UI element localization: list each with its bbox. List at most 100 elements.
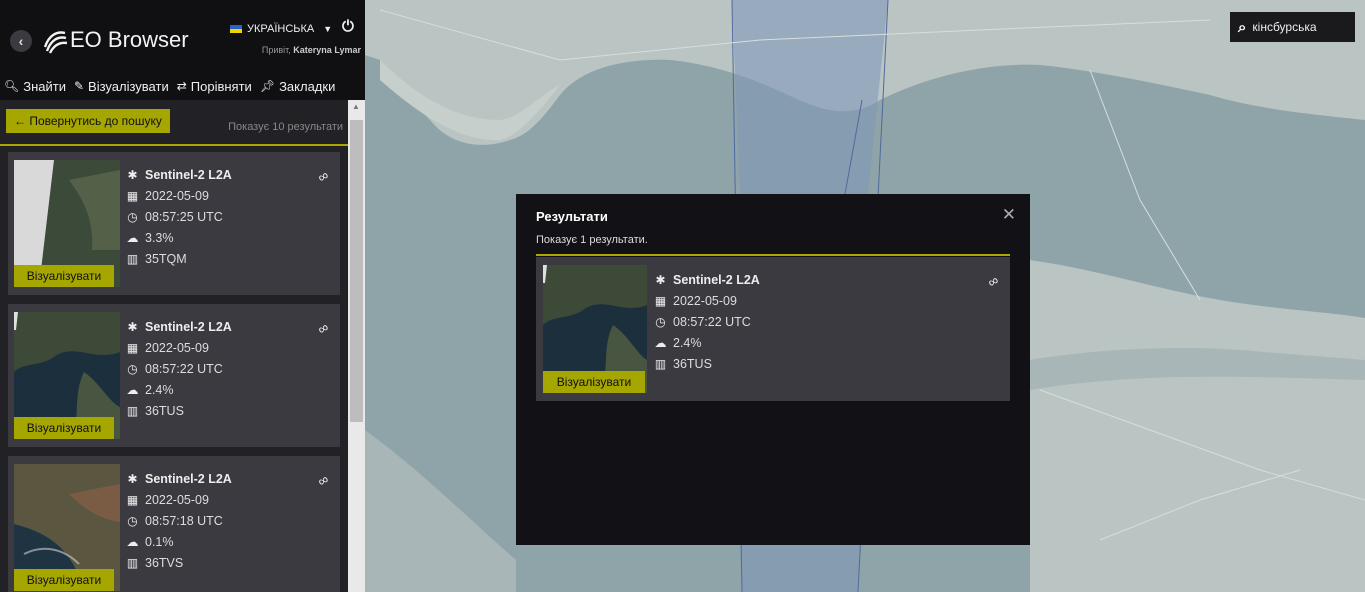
link-icon[interactable]: ∞ (315, 167, 332, 186)
visualize-button[interactable]: Візуалізувати (14, 265, 114, 287)
cloud-icon: ☁ (126, 534, 139, 549)
result-time: 08:57:25 UTC (145, 209, 223, 224)
result-thumbnail[interactable]: Візуалізувати (14, 312, 120, 439)
result-title: Sentinel-2 L2A (673, 272, 760, 287)
scroll-up-arrow-icon[interactable]: ▲ (352, 102, 360, 111)
sidebar: ‹ EO Browser УКРАЇНСЬКА ▼ ⏻ Привіт, Kate… (0, 0, 365, 592)
sidebar-header: ‹ EO Browser УКРАЇНСЬКА ▼ ⏻ Привіт, Kate… (0, 0, 365, 72)
user-greeting: Привіт, Kateryna Lymar (262, 45, 361, 55)
results-list[interactable]: Візуалізувати ✱ Sentinel-2 L2A ▦ 2022-05-0… (0, 148, 348, 592)
pin-icon: 📌︎ (259, 79, 276, 93)
calendar-icon: ▦ (654, 293, 667, 308)
result-tile: 36TUS (145, 403, 184, 418)
map-icon: ▥ (126, 251, 139, 266)
location-search-value[interactable]: кінсбурська (1252, 20, 1316, 34)
language-label: УКРАЇНСЬКА (247, 23, 315, 35)
search-icon: 🔍︎ (4, 79, 20, 93)
tab-compare-label: Порівняти (190, 78, 252, 94)
calendar-icon: ▦ (126, 492, 139, 507)
visualize-button[interactable]: Візуалізувати (14, 417, 114, 439)
link-icon[interactable]: ∞ (985, 272, 1002, 291)
result-card[interactable]: Візуалізувати ✱ Sentinel-2 L2A ▦ 2022-05-0… (8, 304, 340, 447)
result-title: Sentinel-2 L2A (145, 319, 232, 334)
clock-icon: ◷ (655, 314, 666, 329)
tab-pins[interactable]: 📌︎ Закладки (256, 79, 340, 94)
result-info: ✱ Sentinel-2 L2A ▦ 2022-05-09 ◷ 08:57:22 UT… (126, 316, 232, 421)
map-icon: ▥ (654, 356, 667, 371)
result-cloud: 3.3% (145, 230, 174, 245)
brush-icon: ✎ (73, 79, 85, 93)
results-scrollbar[interactable]: ▲ (348, 100, 365, 592)
satellite-icon: ✱ (655, 272, 666, 287)
result-title: Sentinel-2 L2A (145, 471, 232, 486)
result-time: 08:57:22 UTC (145, 361, 223, 376)
result-card[interactable]: Візуалізувати ✱ Sentinel-2 L2A ▦ 2022-05-0… (536, 257, 1010, 401)
caret-down-icon: ▼ (323, 24, 333, 34)
result-tile: 36TUS (673, 356, 712, 371)
clock-icon: ◷ (127, 209, 138, 224)
tab-pins-label: Закладки (279, 78, 336, 94)
visualize-button[interactable]: Візуалізувати (543, 371, 645, 393)
eo-browser-logo-icon (43, 31, 68, 54)
calendar-icon: ▦ (126, 188, 139, 203)
compare-icon: ⇄ (176, 79, 187, 93)
satellite-icon: ✱ (127, 167, 138, 182)
collapse-sidebar-button[interactable]: ‹ (10, 30, 32, 52)
cloud-icon: ☁ (654, 335, 667, 350)
result-title: Sentinel-2 L2A (145, 167, 232, 182)
map-icon: ▥ (126, 403, 139, 418)
satellite-icon: ✱ (127, 319, 138, 334)
result-thumbnail[interactable]: Візуалізувати (14, 160, 120, 287)
results-modal: Результати ✕ Показує 1 результати. Візуа… (516, 194, 1030, 545)
cloud-icon: ☁ (126, 230, 139, 245)
result-card[interactable]: Візуалізувати ✱ Sentinel-2 L2A ▦ 2022-05-0… (8, 456, 340, 592)
user-name: Kateryna Lymar (293, 45, 361, 55)
language-selector[interactable]: УКРАЇНСЬКА ▼ (230, 23, 332, 35)
tab-search[interactable]: 🔍︎ Знайти (0, 79, 70, 94)
search-icon: ⌕ (1238, 18, 1247, 36)
result-info: ✱ Sentinel-2 L2A ▦ 2022-05-09 ◷ 08:57:22 UT… (654, 269, 760, 374)
visualize-button[interactable]: Візуалізувати (14, 569, 114, 591)
link-icon[interactable]: ∞ (315, 319, 332, 338)
result-time: 08:57:18 UTC (145, 513, 223, 528)
tab-search-label: Знайти (23, 78, 66, 94)
result-info: ✱ Sentinel-2 L2A ▦ 2022-05-09 ◷ 08:57:25 UT… (126, 164, 232, 269)
scrollbar-thumb[interactable] (350, 120, 363, 422)
satellite-icon: ✱ (127, 471, 138, 486)
logout-power-icon[interactable]: ⏻ (342, 18, 354, 35)
result-card[interactable]: Візуалізувати ✱ Sentinel-2 L2A ▦ 2022-05-0… (8, 152, 340, 295)
back-to-search-button[interactable]: ← Повернутись до пошуку (6, 109, 170, 133)
result-thumbnail[interactable]: Візуалізувати (14, 464, 120, 591)
results-count-text: Показує 10 результати (228, 121, 343, 133)
main-tabs: 🔍︎ Знайти ✎ Візуалізувати ⇄ Порівняти 📌︎… (0, 72, 365, 100)
tab-compare[interactable]: ⇄ Порівняти (173, 79, 256, 94)
tab-visualize[interactable]: ✎ Візуалізувати (70, 79, 173, 94)
modal-divider (536, 254, 1010, 256)
greeting-prefix: Привіт, (261, 45, 291, 55)
results-toolbar: ← Повернутись до пошуку Показує 10 резул… (0, 100, 348, 146)
modal-title: Результати (536, 209, 608, 224)
tab-visualize-label: Візуалізувати (88, 78, 169, 94)
result-date: 2022-05-09 (145, 340, 209, 355)
result-date: 2022-05-09 (145, 188, 209, 203)
result-tile: 36TVS (145, 555, 184, 570)
result-cloud: 2.4% (673, 335, 702, 350)
modal-subtitle: Показує 1 результати. (536, 234, 648, 246)
result-info: ✱ Sentinel-2 L2A ▦ 2022-05-09 ◷ 08:57:18 UT… (126, 468, 232, 573)
map-icon: ▥ (126, 555, 139, 570)
result-tile: 35TQM (145, 251, 187, 266)
close-icon[interactable]: ✕ (1002, 205, 1016, 225)
location-search[interactable]: ⌕ кінсбурська (1230, 12, 1355, 42)
result-date: 2022-05-09 (673, 293, 737, 308)
result-cloud: 0.1% (145, 534, 174, 549)
clock-icon: ◷ (127, 513, 138, 528)
clock-icon: ◷ (127, 361, 138, 376)
result-time: 08:57:22 UTC (673, 314, 751, 329)
result-cloud: 2.4% (145, 382, 174, 397)
link-icon[interactable]: ∞ (315, 471, 332, 490)
result-thumbnail[interactable]: Візуалізувати (543, 265, 647, 393)
app-title: EO Browser (70, 27, 189, 52)
calendar-icon: ▦ (126, 340, 139, 355)
ukraine-flag-icon (230, 25, 242, 33)
cloud-icon: ☁ (126, 382, 139, 397)
